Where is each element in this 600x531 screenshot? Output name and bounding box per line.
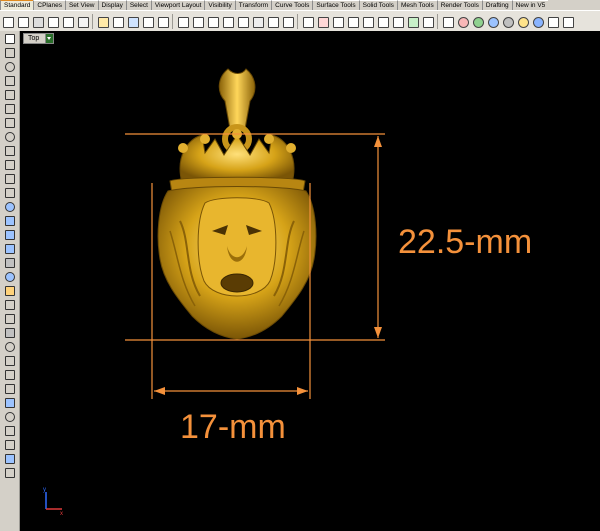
toolbar-separator bbox=[92, 13, 93, 29]
toolbar-command-icon[interactable] bbox=[96, 15, 109, 28]
toolbar-command-icon[interactable] bbox=[301, 15, 314, 28]
toolbar-command-icon[interactable] bbox=[236, 15, 249, 28]
toolbar-command-icon[interactable] bbox=[1, 15, 14, 28]
sidebar-tool-icon[interactable] bbox=[3, 172, 16, 185]
toolbar-command-icon[interactable] bbox=[486, 15, 499, 28]
sidebar-tool-icon[interactable] bbox=[3, 410, 16, 423]
toolbar-command-icon[interactable] bbox=[281, 15, 294, 28]
toolbar-command-icon[interactable] bbox=[316, 15, 329, 28]
toolbar-command-icon[interactable] bbox=[546, 15, 559, 28]
sidebar-tool-icon[interactable] bbox=[3, 284, 16, 297]
toolbar-command-icon[interactable] bbox=[361, 15, 374, 28]
sidebar-tool-icon[interactable] bbox=[3, 312, 16, 325]
tab-viewport-layout[interactable]: Viewport Layout bbox=[150, 0, 205, 10]
toolbar-command-icon[interactable] bbox=[501, 15, 514, 28]
toolbar-command-icon[interactable] bbox=[126, 15, 139, 28]
tab-render-tools[interactable]: Render Tools bbox=[436, 0, 482, 10]
toolbar-command-icon[interactable] bbox=[516, 15, 529, 28]
sidebar-tool-icon[interactable] bbox=[3, 242, 16, 255]
toolbar-command-icon[interactable] bbox=[471, 15, 484, 28]
toolbar-command-icon[interactable] bbox=[156, 15, 169, 28]
height-dimension-label: 22.5-mm bbox=[398, 223, 533, 261]
standard-toolbar bbox=[0, 10, 600, 32]
sidebar-tool-icon[interactable] bbox=[3, 466, 16, 479]
sidebar-tool-icon[interactable] bbox=[3, 396, 16, 409]
toolbar-command-icon[interactable] bbox=[266, 15, 279, 28]
toolbar-command-icon[interactable] bbox=[406, 15, 419, 28]
tab-curve-tools[interactable]: Curve Tools bbox=[271, 0, 313, 10]
toolbar-command-icon[interactable] bbox=[441, 15, 454, 28]
toolbar-command-icon[interactable] bbox=[346, 15, 359, 28]
sidebar-tool-icon[interactable] bbox=[3, 60, 16, 73]
sidebar-tool-icon[interactable] bbox=[3, 144, 16, 157]
sidebar-tool-icon[interactable] bbox=[3, 74, 16, 87]
axis-y-label: y bbox=[43, 487, 46, 493]
sidebar-tool-icon[interactable] bbox=[3, 158, 16, 171]
toolbar-separator bbox=[172, 13, 173, 29]
sidebar-tool-icon[interactable] bbox=[3, 256, 16, 269]
sidebar-tool-icon[interactable] bbox=[3, 438, 16, 451]
tab-solid-tools[interactable]: Solid Tools bbox=[358, 0, 397, 10]
viewport-canvas: y x bbox=[43, 68, 385, 517]
sidebar-tool-icon[interactable] bbox=[3, 354, 16, 367]
width-dimension-label: 17-mm bbox=[180, 408, 286, 446]
toolbar-command-icon[interactable] bbox=[331, 15, 344, 28]
toolbar-command-icon[interactable] bbox=[46, 15, 59, 28]
sidebar-tool-icon[interactable] bbox=[3, 186, 16, 199]
sidebar-tool-icon[interactable] bbox=[3, 382, 16, 395]
tab-set-view[interactable]: Set View bbox=[64, 0, 98, 10]
sidebar-tool-icon[interactable] bbox=[3, 116, 16, 129]
toolbar-command-icon[interactable] bbox=[456, 15, 469, 28]
tab-select[interactable]: Select bbox=[125, 0, 151, 10]
sidebar-tool-icon[interactable] bbox=[3, 270, 16, 283]
lion-pendant-model[interactable] bbox=[157, 68, 317, 340]
sidebar-tool-icon[interactable] bbox=[3, 102, 16, 115]
toolbar-separator bbox=[437, 13, 438, 29]
toolbar-command-icon[interactable] bbox=[531, 15, 544, 28]
toolbar-command-icon[interactable] bbox=[61, 15, 74, 28]
toolbar-command-icon[interactable] bbox=[16, 15, 29, 28]
toolbar-command-icon[interactable] bbox=[251, 15, 264, 28]
axis-x-label: x bbox=[60, 511, 63, 517]
sidebar-tool-icon[interactable] bbox=[3, 424, 16, 437]
sidebar-tool-icon[interactable] bbox=[3, 88, 16, 101]
sidebar-tool-icon[interactable] bbox=[3, 326, 16, 339]
toolbar-command-icon[interactable] bbox=[76, 15, 89, 28]
tab-surface-tools[interactable]: Surface Tools bbox=[312, 0, 359, 10]
tab-display[interactable]: Display bbox=[97, 0, 126, 10]
toolbar-command-icon[interactable] bbox=[31, 15, 44, 28]
sidebar-tool-icon[interactable] bbox=[3, 298, 16, 311]
toolbar-separator bbox=[297, 13, 298, 29]
tab-mesh-tools[interactable]: Mesh Tools bbox=[396, 0, 437, 10]
tab-new-in-v5[interactable]: New in V5 bbox=[511, 0, 549, 10]
toolbar-command-icon[interactable] bbox=[176, 15, 189, 28]
toolbar-command-icon[interactable] bbox=[421, 15, 434, 28]
toolbar-command-icon[interactable] bbox=[561, 15, 574, 28]
toolbar-command-icon[interactable] bbox=[141, 15, 154, 28]
tab-visibility[interactable]: Visibility bbox=[204, 0, 235, 10]
sidebar-tool-icon[interactable] bbox=[3, 368, 16, 381]
sidebar-tool-icon[interactable] bbox=[3, 130, 16, 143]
sidebar-tool-icon[interactable] bbox=[3, 200, 16, 213]
viewport-top[interactable]: Top y x 22.5-mm 17-mm bbox=[20, 31, 600, 531]
tab-standard[interactable]: Standard bbox=[0, 0, 34, 10]
tab-cplanes[interactable]: CPlanes bbox=[33, 0, 65, 10]
toolbar-command-icon[interactable] bbox=[206, 15, 219, 28]
left-toolbar bbox=[0, 31, 20, 531]
toolbar-command-icon[interactable] bbox=[376, 15, 389, 28]
toolbar-command-icon[interactable] bbox=[391, 15, 404, 28]
sidebar-tool-icon[interactable] bbox=[3, 214, 16, 227]
toolbar-command-icon[interactable] bbox=[221, 15, 234, 28]
toolbar-tabs: Standard CPlanes Set View Display Select View… bbox=[0, 0, 600, 10]
sidebar-tool-icon[interactable] bbox=[3, 340, 16, 353]
tab-drafting[interactable]: Drafting bbox=[481, 0, 512, 10]
sidebar-tool-icon[interactable] bbox=[3, 32, 16, 45]
sidebar-tool-icon[interactable] bbox=[3, 452, 16, 465]
sidebar-tool-icon[interactable] bbox=[3, 46, 16, 59]
sidebar-tool-icon[interactable] bbox=[3, 228, 16, 241]
toolbar-command-icon[interactable] bbox=[111, 15, 124, 28]
tab-transform[interactable]: Transform bbox=[234, 0, 272, 10]
axis-icon: y x bbox=[43, 487, 63, 517]
toolbar-command-icon[interactable] bbox=[191, 15, 204, 28]
